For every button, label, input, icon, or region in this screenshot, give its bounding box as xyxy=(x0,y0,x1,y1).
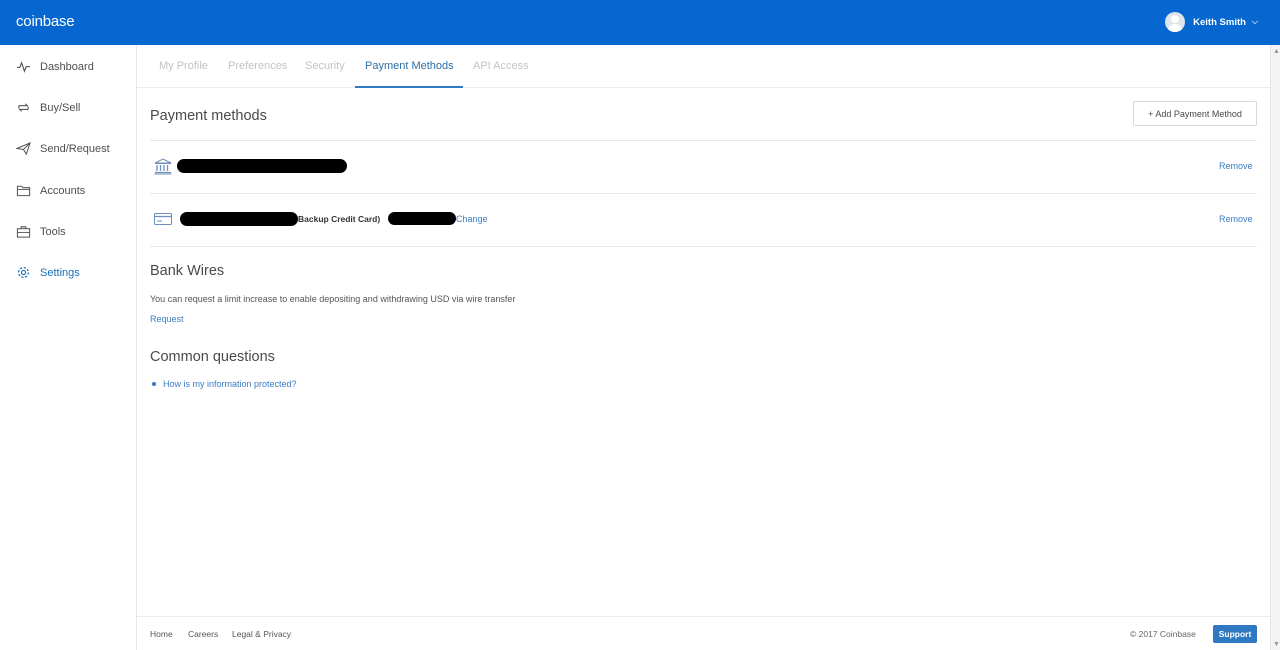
active-tab-indicator xyxy=(355,86,463,88)
tab-payment-methods[interactable]: Payment Methods xyxy=(365,60,454,72)
redacted-bank-name xyxy=(177,159,347,173)
avatar-icon xyxy=(1165,12,1186,32)
sidebar-item-buy-sell[interactable]: Buy/Sell xyxy=(16,100,80,115)
faq-link[interactable]: How is my information protected? xyxy=(163,379,297,389)
common-questions-title: Common questions xyxy=(150,349,275,365)
sidebar-item-dashboard[interactable]: Dashboard xyxy=(16,59,94,74)
sidebar-item-send-request[interactable]: Send/Request xyxy=(16,141,110,156)
footer-link-legal-privacy[interactable]: Legal & Privacy xyxy=(232,629,291,639)
sidebar-item-accounts[interactable]: Accounts xyxy=(16,183,85,198)
sidebar-item-label: Tools xyxy=(40,225,66,238)
scroll-down-arrow-icon[interactable]: ▼ xyxy=(1273,641,1280,648)
sidebar-item-label: Settings xyxy=(40,266,80,279)
divider xyxy=(150,193,1257,194)
main-content: My Profile Preferences Security Payment … xyxy=(137,45,1270,650)
remove-card-link[interactable]: Remove xyxy=(1219,214,1253,224)
credit-card-icon xyxy=(154,213,172,225)
tab-api-access[interactable]: API Access xyxy=(473,60,529,72)
change-card-link[interactable]: Change xyxy=(456,214,488,224)
divider xyxy=(150,246,1257,247)
tab-my-profile[interactable]: My Profile xyxy=(159,60,208,72)
divider xyxy=(150,140,1257,141)
remove-bank-link[interactable]: Remove xyxy=(1219,161,1253,171)
user-name: Keith Smith xyxy=(1193,16,1246,28)
add-payment-method-button[interactable]: + Add Payment Method xyxy=(1133,101,1257,126)
redacted-card-number xyxy=(388,212,456,225)
bank-icon xyxy=(154,158,172,175)
card-label: Backup Credit Card) xyxy=(298,214,381,224)
top-bar: coinbase Keith Smith ⌵ xyxy=(0,0,1280,45)
redacted-card-name xyxy=(180,212,298,226)
bank-wires-title: Bank Wires xyxy=(150,263,225,279)
tab-preferences[interactable]: Preferences xyxy=(228,60,287,72)
chevron-down-icon: ⌵ xyxy=(1251,17,1258,26)
sidebar-item-label: Dashboard xyxy=(40,60,94,73)
paper-plane-icon xyxy=(16,141,31,156)
user-menu[interactable]: Keith Smith ⌵ xyxy=(1165,12,1258,32)
sidebar: Dashboard Buy/Sell Send/Request Accounts… xyxy=(0,45,137,650)
sidebar-item-settings[interactable]: Settings xyxy=(16,265,80,280)
pulse-icon xyxy=(16,61,31,73)
request-link[interactable]: Request xyxy=(150,314,184,324)
exchange-icon xyxy=(18,103,29,112)
sidebar-item-tools[interactable]: Tools xyxy=(16,224,66,239)
gear-icon xyxy=(17,266,30,279)
sidebar-item-label: Send/Request xyxy=(40,142,110,155)
scrollbar[interactable]: ▲ ▼ xyxy=(1270,45,1280,650)
coinbase-logo[interactable]: coinbase xyxy=(16,13,75,30)
payment-methods-title: Payment methods xyxy=(150,108,267,124)
support-button[interactable]: Support xyxy=(1213,625,1257,643)
settings-tabs: My Profile Preferences Security Payment … xyxy=(137,45,1270,88)
bullet xyxy=(152,382,156,386)
folder-icon xyxy=(16,185,31,197)
toolbox-icon xyxy=(16,226,31,238)
copyright: © 2017 Coinbase xyxy=(1130,629,1196,639)
sidebar-item-label: Accounts xyxy=(40,184,86,197)
sidebar-item-label: Buy/Sell xyxy=(40,101,81,114)
footer-link-home[interactable]: Home xyxy=(150,629,173,639)
footer: Home Careers Legal & Privacy © 2017 Coin… xyxy=(137,616,1270,650)
footer-link-careers[interactable]: Careers xyxy=(188,629,218,639)
bank-wires-description: You can request a limit increase to enab… xyxy=(150,294,516,304)
scroll-up-arrow-icon[interactable]: ▲ xyxy=(1273,48,1280,55)
tab-security[interactable]: Security xyxy=(305,60,345,72)
